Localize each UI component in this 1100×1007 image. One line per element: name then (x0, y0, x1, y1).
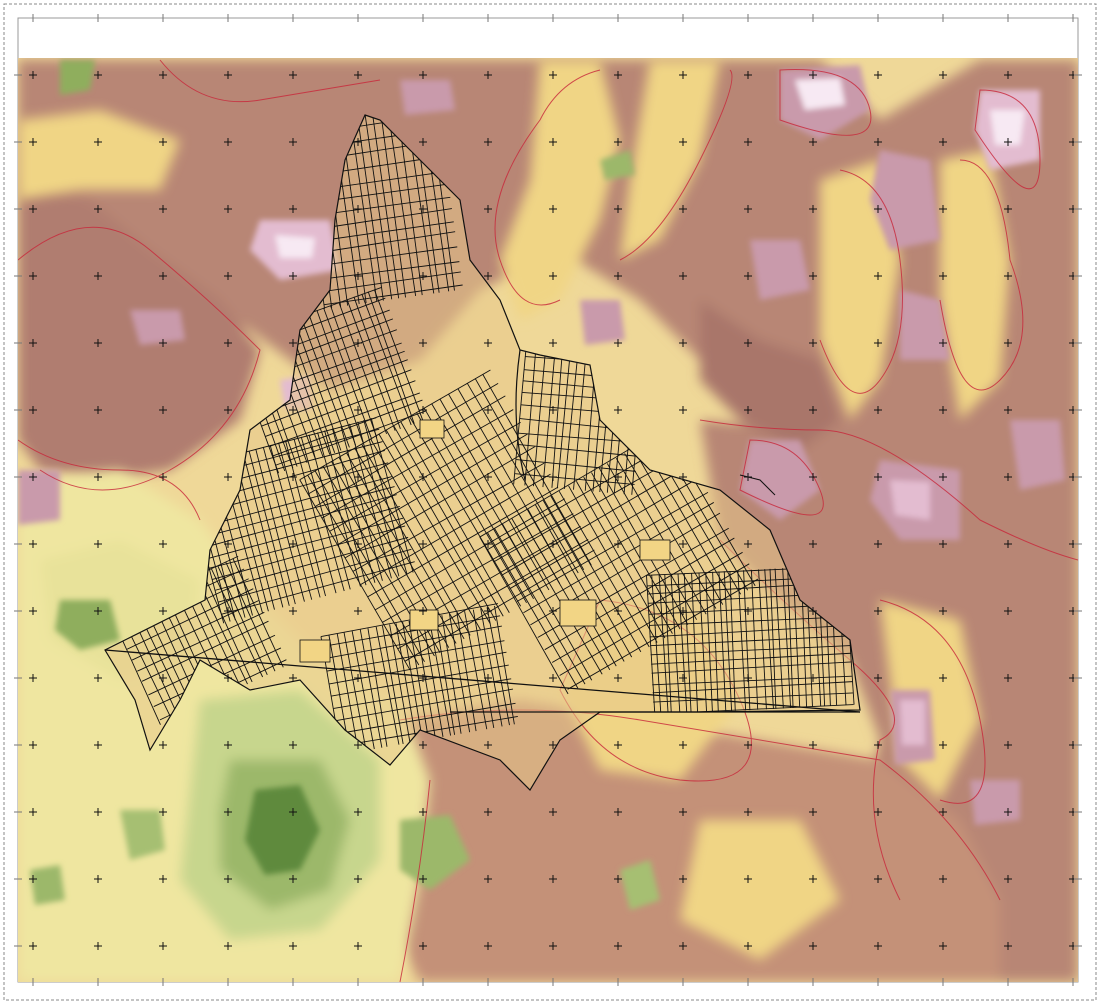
map-canvas[interactable] (0, 0, 1100, 1007)
map-frame (0, 0, 1100, 1007)
